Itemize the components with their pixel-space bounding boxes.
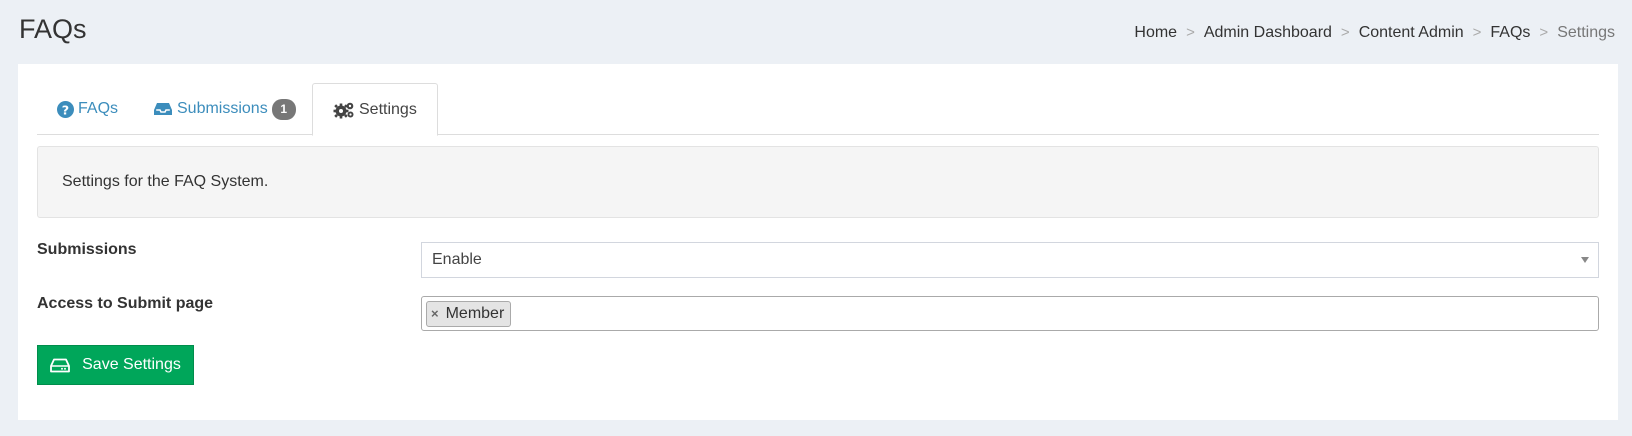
submissions-select[interactable]: Enable bbox=[421, 242, 1599, 278]
breadcrumb-separator: > bbox=[1186, 24, 1195, 41]
settings-description-text: Settings for the FAQ System. bbox=[62, 173, 269, 190]
tab-faqs-label: FAQs bbox=[78, 100, 119, 117]
breadcrumb-current: Settings bbox=[1557, 24, 1615, 41]
page-title: FAQs bbox=[19, 14, 87, 44]
tab-settings-label: Settings bbox=[359, 100, 417, 118]
breadcrumb-separator: > bbox=[1340, 24, 1350, 41]
caret-down-icon bbox=[1581, 257, 1589, 263]
breadcrumb-separator: > bbox=[1539, 24, 1549, 41]
question-circle-icon: ? bbox=[57, 100, 74, 118]
hdd-icon bbox=[50, 358, 71, 372]
breadcrumb-content-admin[interactable]: Content Admin bbox=[1359, 22, 1464, 44]
submissions-count-badge: 1 bbox=[271, 98, 296, 120]
submissions-label: Submissions bbox=[37, 241, 137, 258]
settings-panel: ? FAQs Submissions 1 Settings Settings f… bbox=[18, 64, 1618, 420]
tab-bar: ? FAQs Submissions 1 Settings bbox=[37, 83, 1599, 136]
settings-description: Settings for the FAQ System. bbox=[37, 146, 1599, 218]
selected-tag-member: × Member bbox=[426, 300, 512, 327]
breadcrumb-admin-dashboard[interactable]: Admin Dashboard bbox=[1204, 22, 1332, 44]
breadcrumb-faqs[interactable]: FAQs bbox=[1490, 22, 1530, 44]
remove-tag-icon[interactable]: × bbox=[431, 307, 439, 320]
svg-text:?: ? bbox=[62, 103, 69, 118]
save-settings-label: Save Settings bbox=[82, 356, 181, 373]
access-submit-page-label: Access to Submit page bbox=[37, 295, 214, 312]
breadcrumb-home[interactable]: Home bbox=[1134, 22, 1177, 44]
gears-icon bbox=[333, 102, 354, 118]
tab-settings[interactable]: Settings bbox=[312, 83, 438, 136]
save-settings-button[interactable]: Save Settings bbox=[37, 345, 194, 385]
tab-submissions[interactable]: Submissions 1 bbox=[133, 83, 316, 135]
inbox-icon bbox=[154, 103, 172, 115]
access-submit-page-multiselect[interactable]: × Member bbox=[421, 296, 1599, 331]
selected-tag-label: Member bbox=[445, 304, 505, 322]
tab-faqs[interactable]: ? FAQs bbox=[37, 83, 138, 135]
breadcrumb-separator: > bbox=[1472, 24, 1482, 41]
submissions-select-value: Enable bbox=[432, 251, 482, 268]
tab-submissions-label: Submissions bbox=[177, 100, 268, 117]
breadcrumb: Home > Admin Dashboard > Content Admin >… bbox=[1134, 22, 1615, 44]
